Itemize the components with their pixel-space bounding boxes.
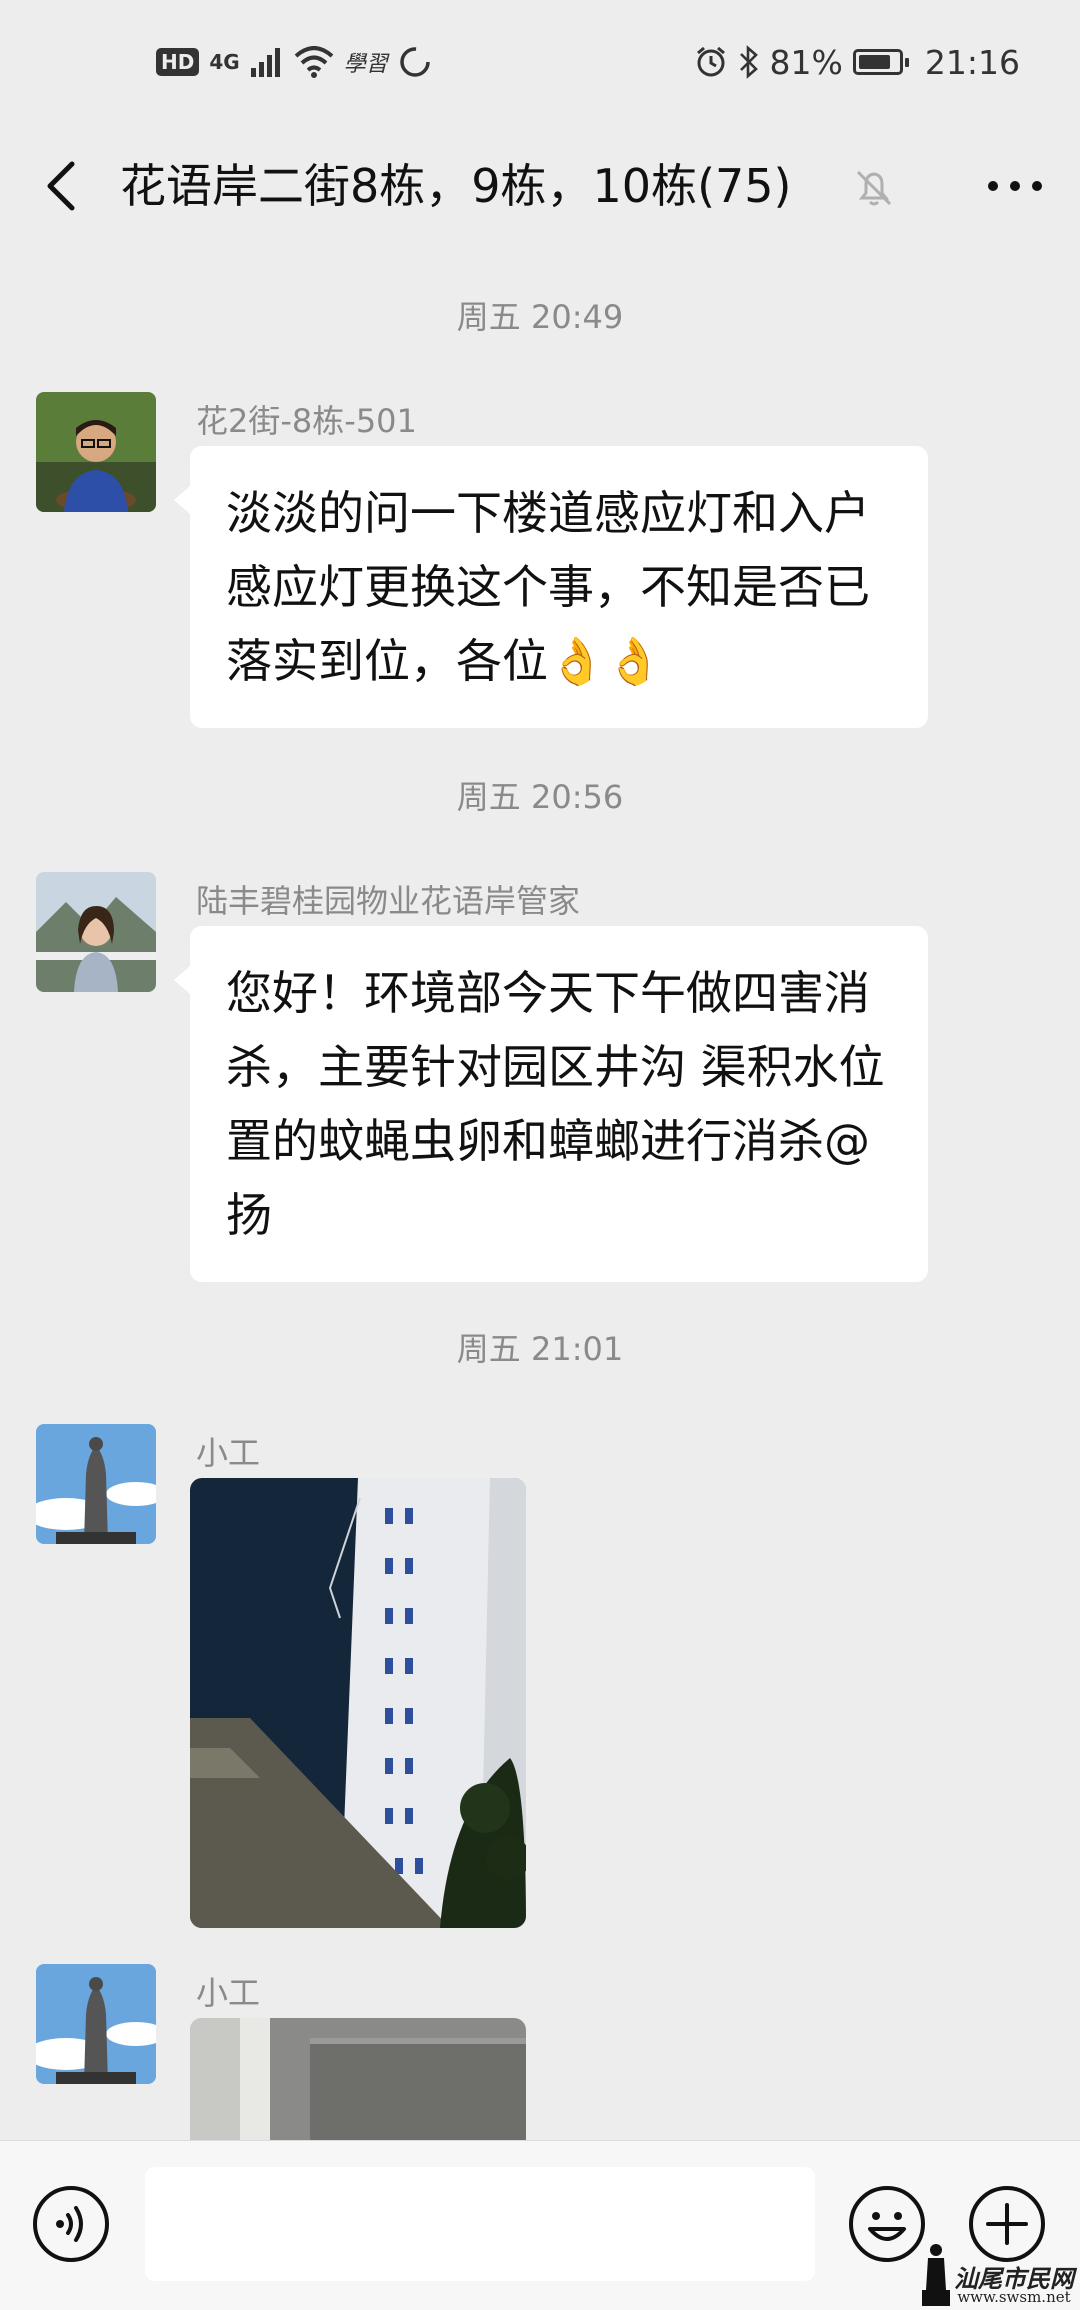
battery-icon — [852, 49, 909, 75]
voice-icon — [33, 2186, 109, 2262]
app-notification-label: 學習 — [343, 52, 388, 77]
signal-icon — [250, 48, 280, 77]
avatar-image — [36, 872, 156, 992]
chat-header: 花语岸二街8栋，9栋，10栋(75) — [0, 124, 1080, 248]
sender-name: 小工 — [196, 1974, 261, 2012]
sender-name: 小工 — [196, 1434, 261, 1472]
back-button[interactable] — [30, 154, 94, 218]
avatar-image — [36, 1964, 156, 2084]
avatar[interactable] — [36, 1424, 156, 1544]
mute-bell-icon — [856, 170, 892, 206]
status-bar: HD 4G 學習 81% 21:16 — [0, 0, 1080, 124]
watermark-url: www.swsm.net — [957, 2288, 1071, 2306]
watermark-title: 汕尾市民网 — [954, 2264, 1074, 2293]
status-time: 21:16 — [924, 42, 1020, 82]
chat-title: 花语岸二街8栋，9栋，10栋(75) — [120, 159, 792, 213]
message-timestamp: 周五 20:56 — [456, 778, 624, 816]
image-message[interactable] — [190, 1478, 526, 1928]
sender-name: 花2街-8栋-501 — [196, 402, 417, 440]
voice-button[interactable] — [30, 2183, 112, 2265]
watermark-text-block: 汕尾市民网 www.swsm.net — [954, 2264, 1074, 2307]
avatar[interactable] — [36, 1964, 156, 2084]
emoji-button[interactable] — [846, 2183, 928, 2265]
input-bar: 汕尾市民网 www.swsm.net — [0, 2140, 1080, 2310]
message-timestamp: 周五 20:49 — [456, 298, 624, 336]
avatar[interactable] — [36, 872, 156, 992]
message-bubble[interactable]: 淡淡的问一下楼道感应灯和入户感应灯更换这个事，不知是否已落实到位，各位👌👌 — [174, 446, 928, 728]
loading-icon — [399, 47, 430, 77]
building-night-photo — [190, 1478, 526, 1928]
wifi-icon — [294, 46, 334, 78]
chevron-left-icon — [47, 161, 75, 211]
status-right: 81% 21:16 — [694, 36, 1020, 88]
site-watermark: 汕尾市民网 www.swsm.net — [922, 2242, 1074, 2306]
message-bubble[interactable]: 您好！环境部今天下午做四害消杀，主要针对园区井沟 渠积水位置的蚊蝇虫卵和蟑螂进行… — [174, 926, 928, 1282]
avatar-image — [36, 1424, 156, 1544]
avatar-image — [36, 392, 156, 512]
status-left: HD 4G 學習 — [156, 36, 432, 88]
avatar[interactable] — [36, 392, 156, 512]
bluetooth-icon — [739, 45, 758, 79]
hd-badge: HD — [156, 48, 200, 76]
message-input[interactable] — [145, 2167, 815, 2281]
more-options-button[interactable] — [980, 154, 1050, 218]
network-label: 4G — [209, 50, 240, 74]
building-photo — [190, 2018, 526, 2140]
smiley-icon — [849, 2186, 925, 2262]
message-timestamp: 周五 21:01 — [456, 1330, 624, 1368]
statue-logo-icon — [922, 2244, 950, 2306]
image-message[interactable] — [190, 2018, 526, 2140]
sender-name: 陆丰碧桂园物业花语岸管家 — [196, 882, 581, 920]
chat-message-list[interactable]: 周五 20:49 花2街-8栋-501 淡淡的问一下楼道感应灯和入户感应灯更换这… — [0, 248, 1080, 2140]
alarm-icon — [696, 46, 725, 77]
more-dots-icon — [988, 181, 1042, 191]
battery-percent: 81% — [769, 42, 843, 82]
